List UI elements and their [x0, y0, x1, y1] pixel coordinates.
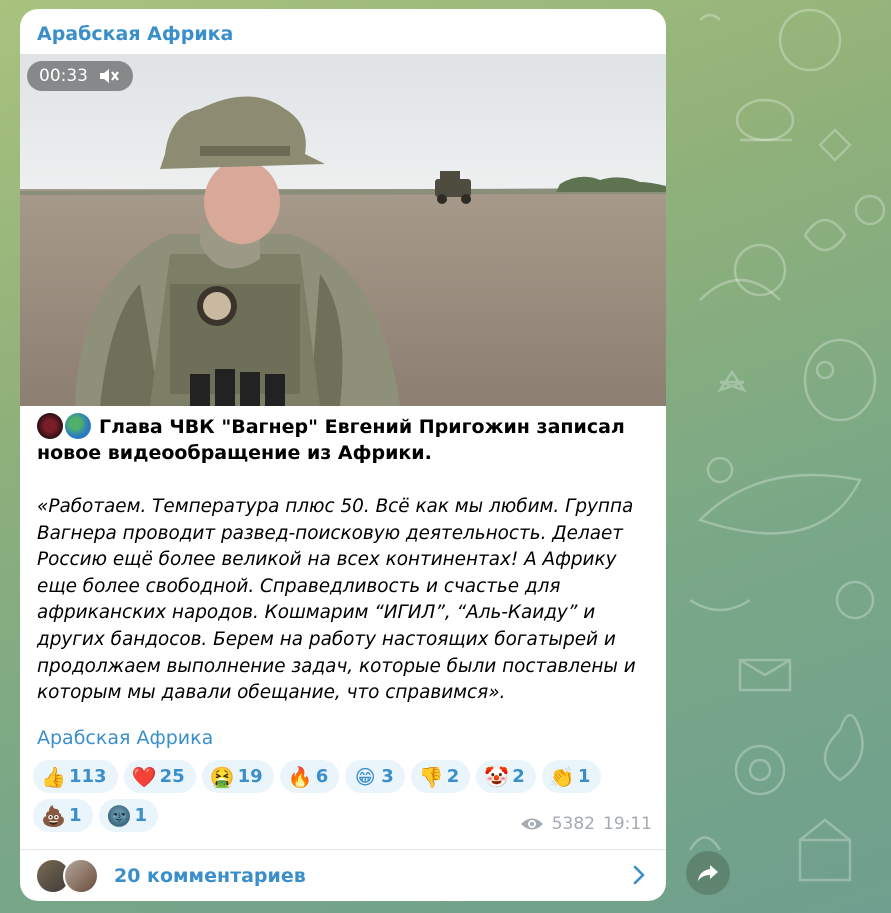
reaction-clapping-hands[interactable]: 👏 1	[541, 760, 602, 793]
video-frame	[20, 54, 666, 406]
thumbs-up-icon: 👍	[41, 764, 66, 789]
reaction-thumbs-up[interactable]: 👍 113	[33, 760, 118, 793]
new-moon-face-icon: 🌚	[106, 803, 132, 828]
mute-icon[interactable]	[98, 67, 120, 85]
reaction-vomiting-face[interactable]: 🤮 19	[201, 760, 274, 793]
reaction-new-moon-face[interactable]: 🌚 1	[98, 799, 159, 832]
message-card: Арабская Африка 00:33 Глава ЧВК "Вагнер"…	[20, 9, 666, 901]
wagner-emblem-icon	[37, 413, 63, 439]
post-quote: «Работаем. Температура плюс 50. Всё как …	[37, 496, 636, 704]
video-timer[interactable]: 00:33	[27, 61, 133, 91]
reaction-count: 1	[134, 805, 148, 826]
reaction-clown-face[interactable]: 🤡 2	[476, 760, 536, 793]
message-time: 19:11	[603, 814, 652, 834]
reaction-thumbs-down[interactable]: 👎 2	[410, 760, 471, 793]
avatar	[63, 857, 99, 894]
channel-signature-link[interactable]: Арабская Африка	[37, 727, 213, 749]
grinning-face-icon: 😁	[354, 764, 376, 789]
clown-face-icon: 🤡	[484, 764, 510, 789]
headline-text: Глава ЧВК "Вагнер" Евгений Пригожин запи…	[37, 416, 625, 464]
reaction-grinning-face[interactable]: 😁 3	[345, 760, 405, 793]
video-duration: 00:33	[39, 66, 88, 86]
reaction-count: 1	[69, 805, 82, 826]
message-meta: 5382 19:11	[520, 814, 652, 834]
share-arrow-icon	[698, 865, 718, 881]
reaction-heart[interactable]: ❤️ 25	[123, 760, 196, 793]
pile-of-poo-icon: 💩	[41, 803, 66, 828]
globe-icon	[65, 413, 91, 439]
reaction-count: 2	[446, 766, 460, 787]
reaction-count: 1	[577, 766, 591, 787]
chevron-right-icon	[633, 865, 645, 885]
comments-count-label: 20 комментариев	[114, 864, 306, 887]
reaction-count: 3	[381, 766, 394, 787]
clapping-hands-icon: 👏	[549, 764, 575, 789]
video-player[interactable]: 00:33	[20, 54, 666, 406]
reaction-count: 113	[69, 766, 107, 787]
channel-name[interactable]: Арабская Африка	[37, 23, 233, 45]
post-headline: Глава ЧВК "Вагнер" Евгений Пригожин запи…	[37, 413, 652, 466]
comments-button[interactable]: 20 комментариев	[20, 850, 666, 901]
view-count: 5382	[551, 814, 595, 834]
reaction-fire[interactable]: 🔥 6	[279, 760, 340, 793]
reaction-count: 19	[237, 766, 263, 787]
reaction-count: 2	[512, 766, 525, 787]
vomiting-face-icon: 🤮	[209, 764, 235, 789]
commenter-avatars	[35, 857, 100, 894]
heart-icon: ❤️	[131, 764, 157, 789]
thumbs-down-icon: 👎	[418, 764, 444, 789]
share-button[interactable]	[686, 851, 730, 895]
reaction-pile-of-poo[interactable]: 💩 1	[33, 799, 93, 832]
fire-icon: 🔥	[287, 764, 313, 789]
reaction-count: 6	[315, 766, 329, 787]
eye-icon	[520, 818, 543, 830]
reaction-count: 25	[159, 766, 185, 787]
